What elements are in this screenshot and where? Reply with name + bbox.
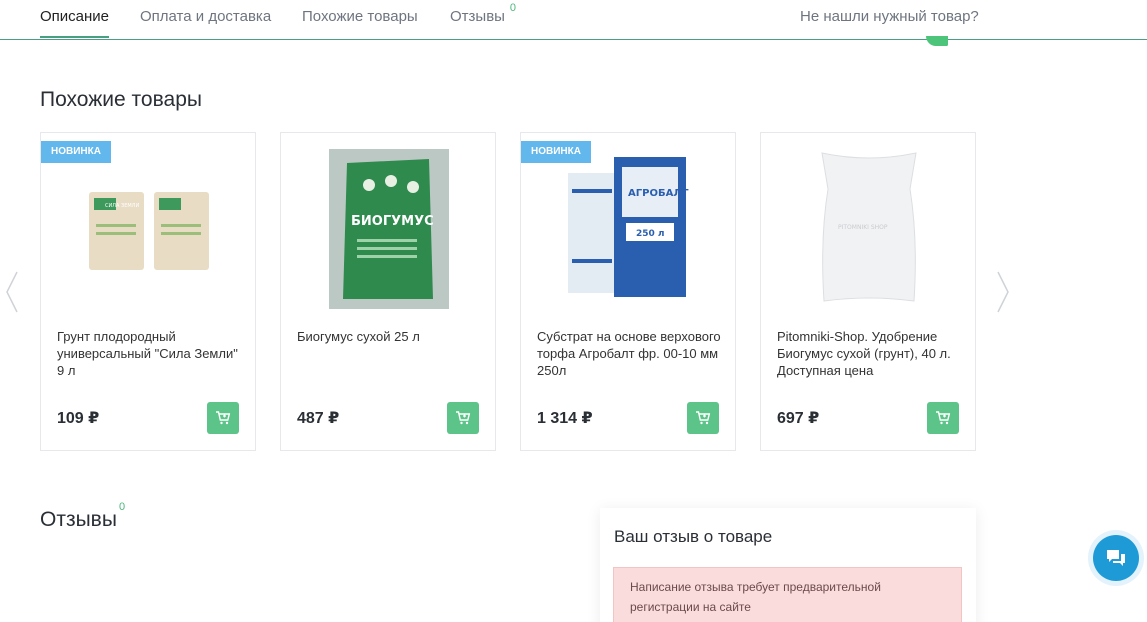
review-form: Ваш отзыв о товаре Написание отзыва треб… xyxy=(600,508,976,622)
product-4-watermark: PITOMNIKI SHOP xyxy=(838,224,888,231)
product-title[interactable]: Pitomniki-Shop. Удобрение Биогумус сухой… xyxy=(777,328,967,379)
soil-bags-image: СИЛА ЗЕМЛИ xyxy=(89,192,209,270)
chevron-left-icon xyxy=(6,271,18,313)
product-title[interactable]: Субстрат на основе верхового торфа Агроб… xyxy=(537,328,727,379)
similar-products-title: Похожие товары xyxy=(40,88,202,111)
product-image[interactable]: СИЛА ЗЕМЛИ xyxy=(57,149,241,309)
cart-icon xyxy=(936,411,951,425)
cart-icon xyxy=(696,411,711,425)
add-to-cart-button[interactable] xyxy=(687,402,719,434)
biohumus-bag-image: БИОГУМУС xyxy=(329,149,449,309)
product-image[interactable]: PITOMNIKI SHOP xyxy=(777,149,961,309)
reviews-title: Отзывы0 xyxy=(40,501,125,532)
product-tabs: Описание Оплата и доставка Похожие товар… xyxy=(0,0,1147,46)
cart-icon xyxy=(216,411,231,425)
product-price: 109 ₽ xyxy=(57,410,100,427)
product-card[interactable]: PITOMNIKI SHOP Pitomniki-Shop. Удобрение… xyxy=(760,132,976,451)
reviews-count-badge: 0 xyxy=(509,2,516,14)
product-image[interactable]: АГРОБАЛТ 250 л xyxy=(537,149,721,309)
chat-button[interactable] xyxy=(1088,530,1144,586)
cart-icon xyxy=(456,411,471,425)
product-title[interactable]: Биогумус сухой 25 л xyxy=(297,328,487,345)
leaf-decoration xyxy=(926,36,948,46)
product-image[interactable]: БИОГУМУС xyxy=(297,149,481,309)
product-3-image-volume: 250 л xyxy=(636,229,665,239)
carousel-next-arrow[interactable] xyxy=(996,270,1010,314)
product-price: 487 ₽ xyxy=(297,410,340,427)
add-to-cart-button[interactable] xyxy=(447,402,479,434)
tab-reviews-label: Отзывы xyxy=(450,8,505,25)
review-form-title: Ваш отзыв о товаре xyxy=(614,527,773,546)
chat-icon xyxy=(1107,550,1125,566)
product-3-image-text: АГРОБАЛТ xyxy=(628,188,689,199)
tab-payment-delivery[interactable]: Оплата и доставка xyxy=(140,8,271,25)
tab-reviews[interactable]: Отзывы 0 xyxy=(450,2,516,25)
chat-button-inner xyxy=(1093,535,1139,581)
product-2-image-text: БИОГУМУС xyxy=(351,214,434,229)
product-price: 1 314 ₽ xyxy=(537,410,593,427)
carousel-prev-arrow[interactable] xyxy=(5,270,19,314)
peat-substrate-image: АГРОБАЛТ 250 л xyxy=(568,157,689,297)
product-card[interactable]: БИОГУМУС Биогумус сухой 25 л 487 ₽ xyxy=(280,132,496,451)
tab-description[interactable]: Описание xyxy=(40,8,110,38)
product-title[interactable]: Грунт плодородный универсальный "Сила Зе… xyxy=(57,328,247,379)
reviews-count: 0 xyxy=(118,501,126,513)
reviews-title-label: Отзывы xyxy=(40,508,117,531)
add-to-cart-button[interactable] xyxy=(927,402,959,434)
chevron-right-icon xyxy=(997,271,1009,313)
not-found-link[interactable]: Не нашли нужный товар? xyxy=(800,8,979,25)
product-card[interactable]: НОВИНКА АГРОБАЛТ 250 л Субстрат на основ… xyxy=(520,132,736,451)
product-1-image-text: СИЛА ЗЕМЛИ xyxy=(105,203,139,209)
product-price: 697 ₽ xyxy=(777,410,820,427)
add-to-cart-button[interactable] xyxy=(207,402,239,434)
white-sack-image: PITOMNIKI SHOP xyxy=(821,152,917,302)
registration-required-alert: Написание отзыва требует предварительной… xyxy=(613,567,962,622)
tab-similar-products[interactable]: Похожие товары xyxy=(302,8,418,25)
product-card[interactable]: НОВИНКА СИЛА ЗЕМЛИ Грунт плодородный уни… xyxy=(40,132,256,451)
